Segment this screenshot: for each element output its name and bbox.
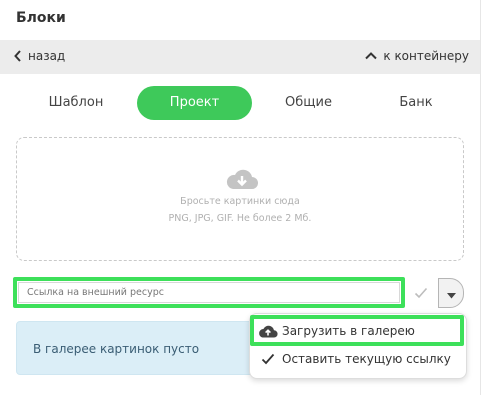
to-container-label: к контейнеру: [383, 49, 469, 63]
to-container-button[interactable]: к контейнеру: [365, 49, 469, 63]
panel-title: Блоки: [16, 10, 66, 26]
checkmark-icon: [254, 353, 282, 365]
tab-bank[interactable]: Банк: [366, 86, 466, 120]
cloud-download-icon: [225, 168, 259, 194]
url-options-dropdown[interactable]: [438, 278, 464, 308]
dropzone-hint: Бросьте картинки сюда: [180, 196, 300, 207]
dropzone-format-hint: PNG, JPG, GIF. Не более 2 Мб.: [168, 213, 312, 224]
tab-template[interactable]: Шаблон: [16, 86, 136, 120]
tab-common[interactable]: Общие: [252, 86, 365, 120]
back-button[interactable]: назад: [14, 49, 65, 63]
tab-project[interactable]: Проект: [137, 86, 252, 120]
back-label: назад: [28, 49, 66, 63]
image-dropzone[interactable]: Бросьте картинки сюда PNG, JPG, GIF. Не …: [16, 137, 464, 261]
confirm-url-button[interactable]: [408, 279, 434, 307]
menu-item-label: Оставить текущую ссылку: [282, 352, 451, 366]
external-url-input[interactable]: [18, 282, 400, 303]
menu-item-highlight: [250, 315, 464, 346]
chevron-up-icon: [365, 52, 378, 60]
menu-item-keep-current-link[interactable]: Оставить текущую ссылку: [254, 346, 464, 372]
blocks-panel: Блоки назад к контейнеру Шаблон Проект О…: [0, 0, 481, 395]
chevron-left-icon: [14, 50, 22, 62]
gallery-empty-text: В галерее картинок пусто: [33, 342, 200, 356]
gallery-empty-notice: В галерее картинок пусто: [16, 321, 266, 375]
nav-bar: назад к контейнеру: [0, 40, 481, 74]
source-tabs: Шаблон Проект Общие Банк: [16, 86, 465, 120]
caret-down-icon: [446, 284, 456, 303]
checkmark-icon: [414, 284, 428, 303]
